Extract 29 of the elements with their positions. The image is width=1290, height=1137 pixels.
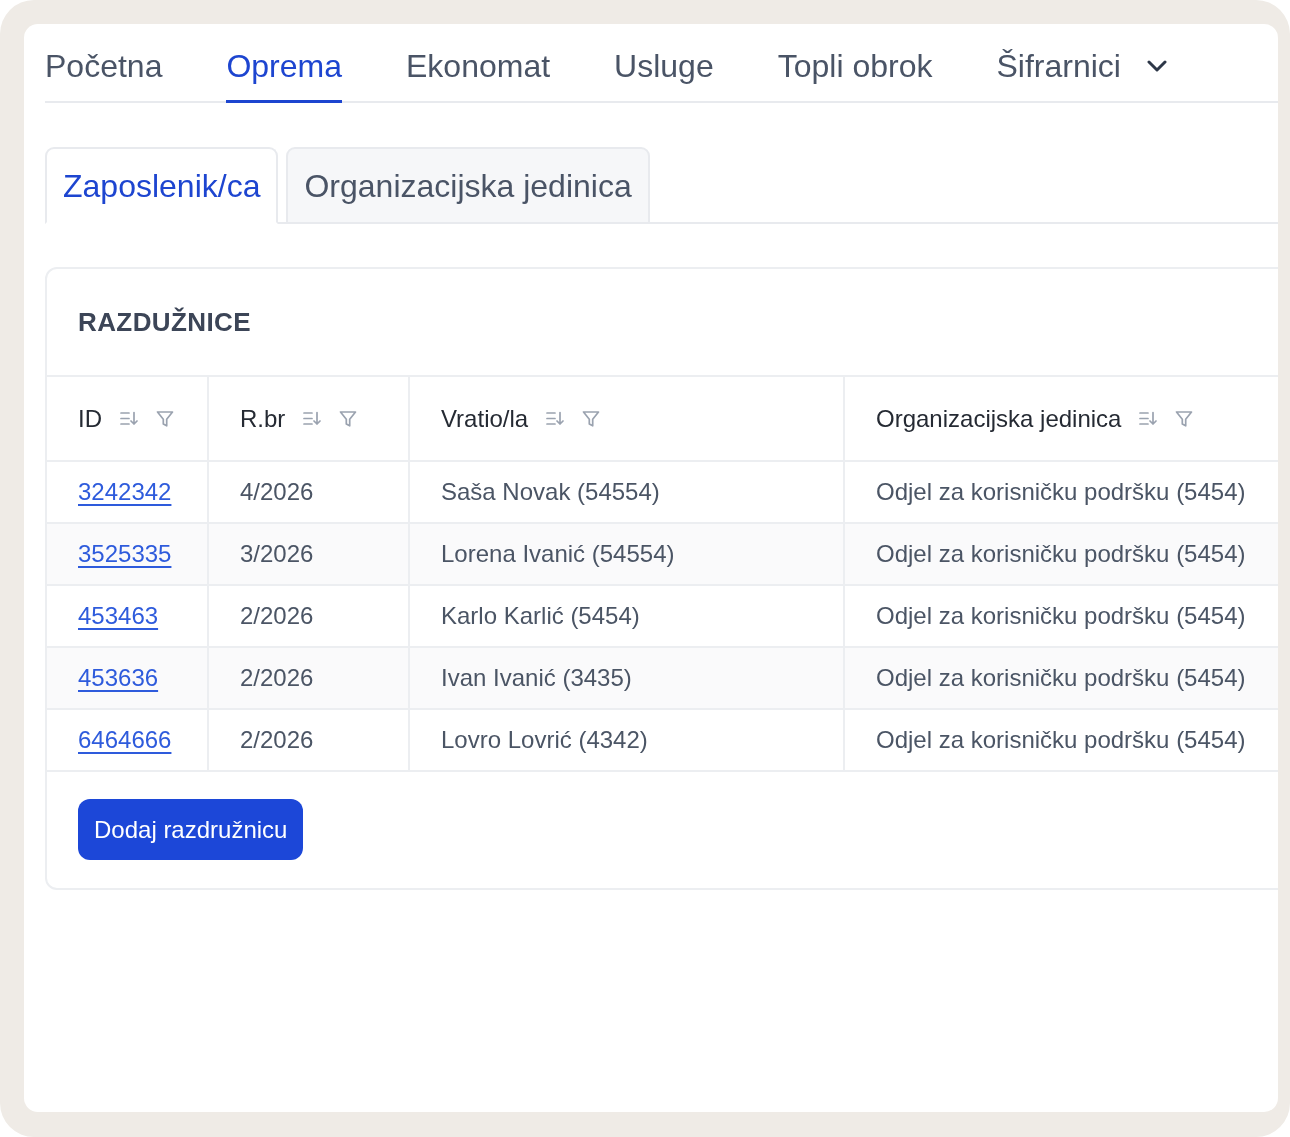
sort-icon[interactable] [1139,411,1158,426]
table-cell: 2/2026 [208,647,409,709]
table-cell: 2/2026 [208,709,409,771]
column-header: R.br [240,403,286,434]
column-header: Organizacijska jedinica [876,403,1122,434]
filter-icon[interactable] [156,409,174,428]
sort-icon[interactable] [546,411,565,426]
add-button[interactable]: Dodaj razdružnicu [78,799,304,860]
table-cell: Lovro Lovrić (4342) [409,709,844,771]
filter-icon[interactable] [582,409,601,428]
filter-icon[interactable] [1175,409,1194,428]
table-cell: 3/2026 [208,523,409,585]
nav-tab[interactable]: Početna [45,24,163,103]
nav-tab[interactable]: Ekonomat [406,24,551,103]
nav-tab[interactable]: Oprema [226,24,342,103]
table-cell: Lorena Ivanić (54554) [409,523,844,585]
card-title: RAZDUŽNICE [77,306,252,339]
tab[interactable]: Zaposlenik/ca [45,147,279,224]
tab[interactable]: Organizacijska jedinica [286,147,650,224]
nav-tab[interactable]: Topli obrok [777,24,933,103]
nav-tab[interactable]: Usluge [614,24,714,103]
column-header: ID [78,403,102,434]
nav-tab[interactable]: Šifrarnici [996,24,1167,103]
column-header: Vratio/la [441,403,529,434]
sort-icon[interactable] [303,411,322,426]
sort-icon[interactable] [120,411,138,426]
filter-icon[interactable] [339,409,358,428]
table-cell: Ivan Ivanić (3435) [409,647,844,709]
chevron-down-icon [1146,60,1167,72]
